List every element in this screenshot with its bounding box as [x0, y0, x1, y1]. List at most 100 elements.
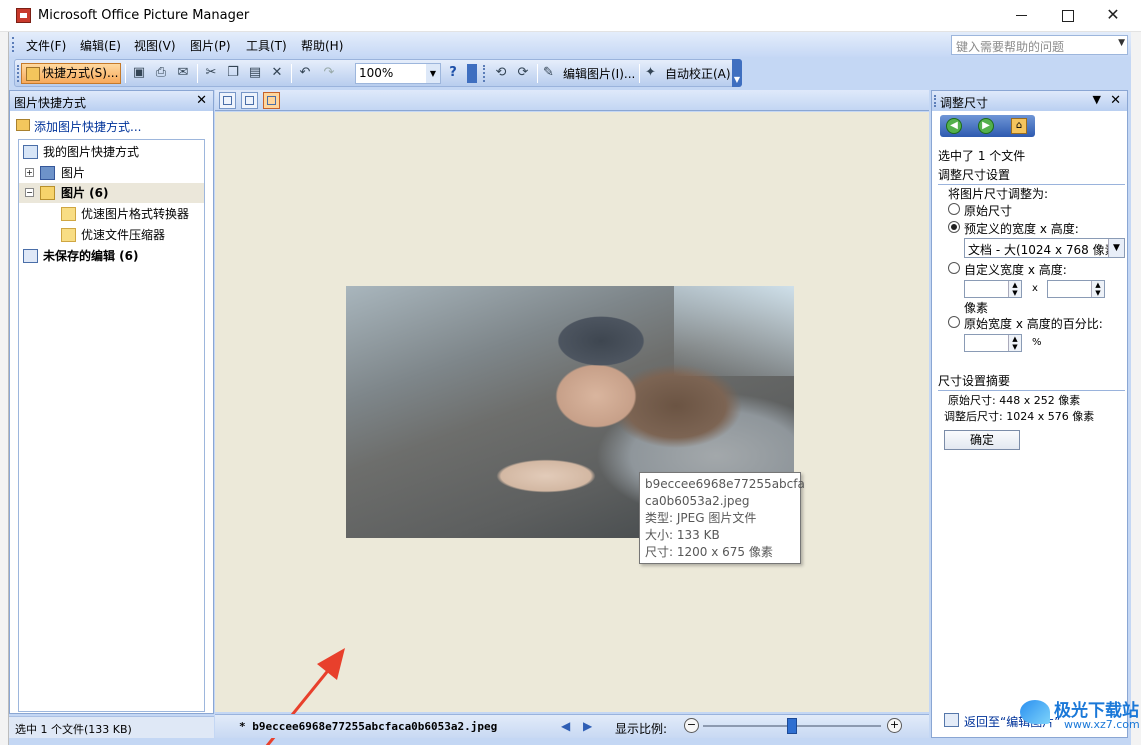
- percent-size-radio[interactable]: [948, 316, 960, 328]
- next-picture-icon[interactable]: ▶: [583, 719, 592, 733]
- spin-arrows-icon[interactable]: ▲ ▼: [1008, 281, 1021, 297]
- chevron-down-icon[interactable]: ▼: [426, 64, 440, 83]
- pane-menu-icon[interactable]: ▼: [1093, 93, 1101, 106]
- close-button[interactable]: ✕: [1090, 2, 1136, 30]
- menu-tools[interactable]: 工具(T): [246, 37, 287, 54]
- chevron-down-icon[interactable]: ▼: [1108, 239, 1124, 257]
- tree-item-label: 未保存的编辑 (6): [43, 249, 139, 263]
- minimize-button[interactable]: [998, 2, 1044, 30]
- spin-arrows-icon[interactable]: ▲ ▼: [1008, 335, 1021, 351]
- tree-item-label: 优速图片格式转换器: [81, 207, 190, 221]
- toolbar-grip[interactable]: [17, 65, 19, 82]
- selection-count: 选中了 1 个文件: [938, 149, 1026, 163]
- custom-size-radio[interactable]: [948, 262, 960, 274]
- email-icon[interactable]: ✉: [175, 65, 191, 81]
- original-size-label: 原始尺寸: [964, 204, 1013, 218]
- copy-icon[interactable]: ❐: [225, 65, 241, 81]
- original-size-radio[interactable]: [948, 203, 960, 215]
- toolbar-overflow[interactable]: [467, 64, 477, 83]
- view-switcher: [215, 90, 929, 111]
- picture-shortcuts-pane: 图片快捷方式 ✕ 添加图片快捷方式... 我的图片快捷方式 + 图片 − 图片 …: [9, 90, 214, 714]
- toolbar-separator: [639, 64, 640, 83]
- zoom-slider-thumb[interactable]: [787, 718, 797, 734]
- tree-item-unsaved-edits[interactable]: 未保存的编辑 (6): [19, 246, 204, 266]
- toolbar-separator: [125, 64, 126, 83]
- percent-size-label: 原始宽度 x 高度的百分比:: [964, 317, 1103, 331]
- paste-icon[interactable]: ▤: [247, 65, 263, 81]
- pane-header: 调整尺寸 ▼ ✕: [932, 91, 1127, 111]
- toolbar-separator: [197, 64, 198, 83]
- toolbar-separator: [291, 64, 292, 83]
- edit-pictures-label: 编辑图片(I)...: [563, 67, 636, 81]
- predefined-size-select[interactable]: 文档 - 大(1024 x 768 像素) ▼: [964, 238, 1125, 258]
- rotate-left-icon[interactable]: ⟲: [493, 65, 509, 81]
- single-picture-view-icon[interactable]: [263, 92, 280, 109]
- collapse-icon[interactable]: −: [25, 188, 34, 197]
- cut-icon[interactable]: ✂: [203, 65, 219, 81]
- home-icon[interactable]: ⌂: [1011, 118, 1027, 134]
- folder-icon: [61, 207, 76, 221]
- help-search-input[interactable]: 键入需要帮助的问题 ▼: [951, 35, 1128, 55]
- my-pictures-icon: [23, 145, 38, 159]
- menu-picture[interactable]: 图片(P): [190, 37, 231, 54]
- filmstrip-view-icon[interactable]: [241, 92, 258, 109]
- predefined-size-radio[interactable]: [948, 221, 960, 233]
- picture-canvas: b9eccee6968e77255abcfa ca0b6053a2.jpeg 类…: [215, 112, 929, 745]
- tree-item-label: 图片: [61, 166, 86, 180]
- menu-help[interactable]: 帮助(H): [301, 37, 343, 54]
- tree-item-file-compressor[interactable]: 优速文件压缩器: [19, 225, 204, 245]
- tooltip-name-line1: b9eccee6968e77255abcfa: [645, 477, 805, 491]
- save-icon[interactable]: ▣: [131, 65, 147, 81]
- edit-pictures-button[interactable]: ✎ 编辑图片(I)...: [543, 65, 635, 82]
- add-picture-shortcut-link[interactable]: 添加图片快捷方式...: [16, 118, 141, 135]
- resize-to-label: 将图片尺寸调整为:: [948, 187, 1049, 201]
- thumbnail-view-icon[interactable]: [219, 92, 236, 109]
- toolbar-grip[interactable]: [483, 65, 485, 82]
- close-icon[interactable]: ✕: [1110, 93, 1121, 108]
- previous-picture-icon[interactable]: ◀: [561, 719, 570, 733]
- app-window: 文件(F) 编辑(E) 视图(V) 图片(P) 工具(T) 帮助(H) 键入需要…: [9, 32, 1131, 745]
- ok-button[interactable]: 确定: [944, 430, 1020, 450]
- tooltip-name-line2: ca0b6053a2.jpeg: [645, 494, 750, 508]
- redo-icon[interactable]: ↷: [321, 65, 337, 81]
- percent-input[interactable]: ▲ ▼: [964, 334, 1022, 352]
- tree-item-format-converter[interactable]: 优速图片格式转换器: [19, 204, 204, 224]
- pane-title: 图片快捷方式: [14, 96, 87, 110]
- tree-item-pictures[interactable]: + 图片: [19, 163, 204, 183]
- toolbar-options-button[interactable]: ▼: [732, 59, 742, 87]
- zoom-combo[interactable]: 100% ▼: [355, 63, 441, 84]
- auto-correct-button[interactable]: ✦ 自动校正(A): [645, 65, 731, 82]
- menu-grip[interactable]: [12, 37, 14, 52]
- back-icon[interactable]: ◀: [946, 118, 962, 134]
- zoom-in-icon[interactable]: +: [887, 718, 902, 733]
- expand-icon[interactable]: +: [25, 168, 34, 177]
- pane-grip[interactable]: [934, 95, 936, 107]
- folder-icon: [61, 228, 76, 242]
- predefined-size-label: 预定义的宽度 x 高度:: [964, 222, 1079, 236]
- zoom-out-icon[interactable]: −: [684, 718, 699, 733]
- custom-height-input[interactable]: ▲ ▼: [1047, 280, 1105, 298]
- rotate-right-icon[interactable]: ⟳: [515, 65, 531, 81]
- shortcuts-button[interactable]: 快捷方式(S)...: [21, 63, 121, 84]
- help-icon[interactable]: ?: [445, 65, 461, 81]
- desktop-background-right: [1131, 32, 1141, 745]
- custom-width-input[interactable]: ▲ ▼: [964, 280, 1022, 298]
- menu-view[interactable]: 视图(V): [134, 37, 176, 54]
- new-size-summary: 调整后尺寸: 1024 x 576 像素: [944, 410, 1095, 423]
- center-status-bar: * b9eccee6968e77255abcfaca0b6053a2.jpeg …: [215, 714, 929, 738]
- chevron-down-icon[interactable]: ▼: [1118, 38, 1125, 48]
- menu-edit[interactable]: 编辑(E): [80, 37, 121, 54]
- folder-icon: [40, 186, 55, 200]
- tree-item-my-shortcuts[interactable]: 我的图片快捷方式: [19, 142, 204, 162]
- spin-arrows-icon[interactable]: ▲ ▼: [1091, 281, 1104, 297]
- pane-navigation: ◀ ▶ ⌂: [940, 115, 1035, 137]
- tree-item-pictures-folder[interactable]: − 图片 (6): [19, 183, 204, 203]
- menu-file[interactable]: 文件(F): [26, 37, 66, 54]
- print-icon[interactable]: ⎙: [153, 65, 169, 81]
- delete-icon[interactable]: ✕: [269, 65, 285, 81]
- maximize-button[interactable]: [1044, 2, 1090, 30]
- undo-icon[interactable]: ↶: [297, 65, 313, 81]
- close-icon[interactable]: ✕: [196, 93, 207, 108]
- forward-icon[interactable]: ▶: [978, 118, 994, 134]
- help-placeholder: 键入需要帮助的问题: [956, 40, 1065, 54]
